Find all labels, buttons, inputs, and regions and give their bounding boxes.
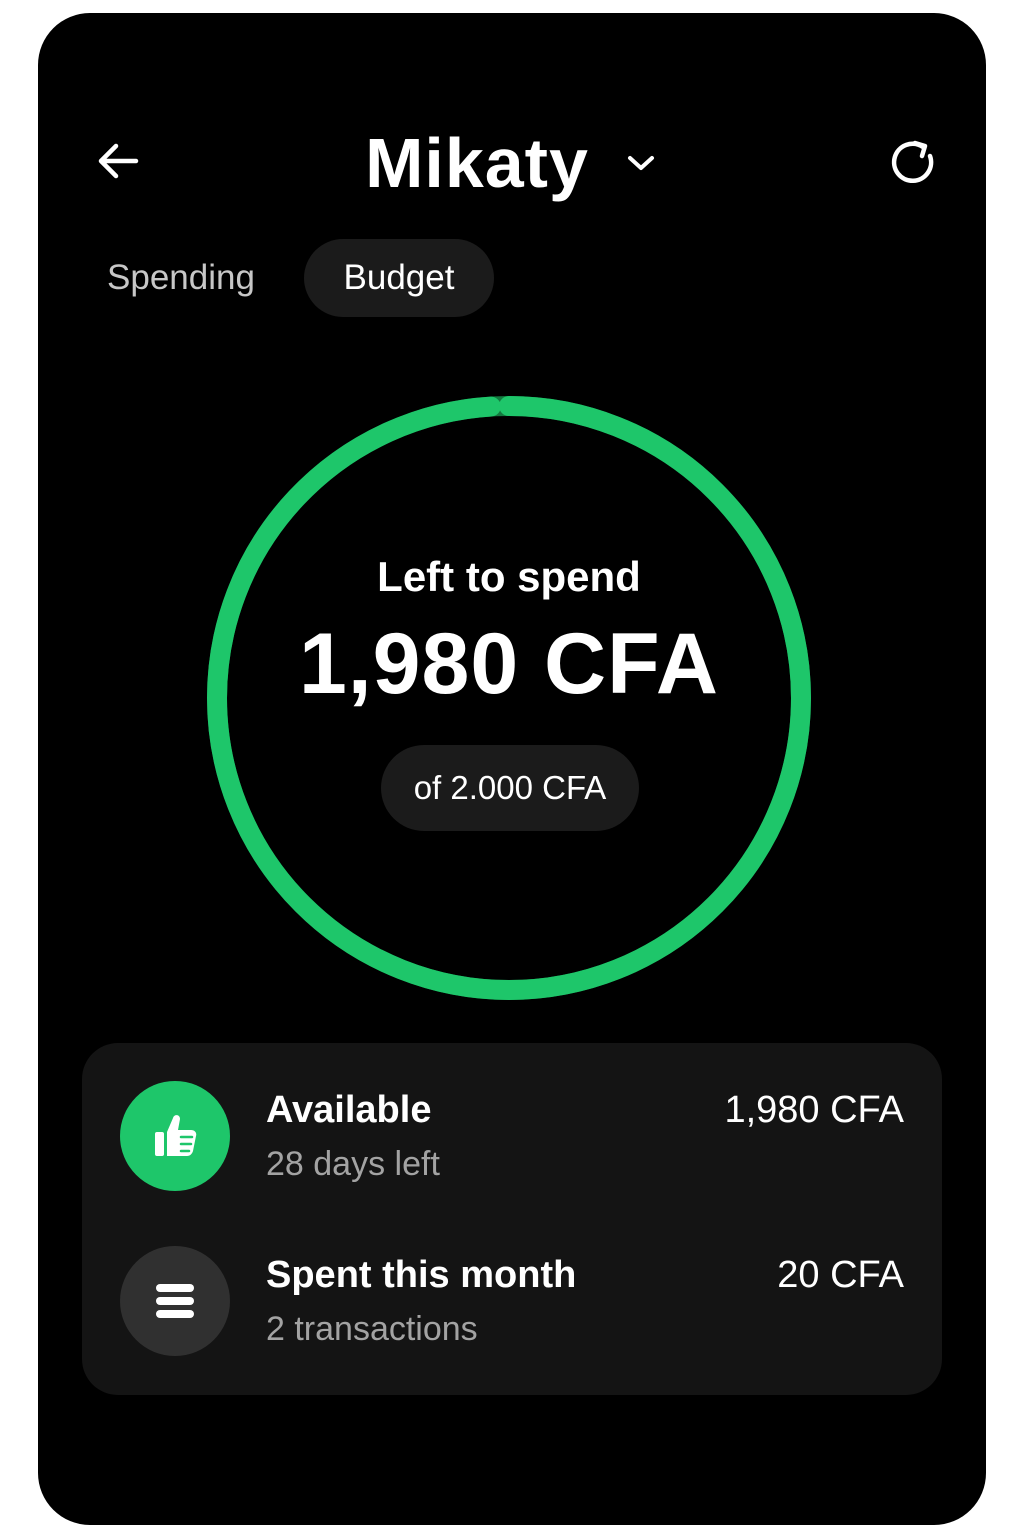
chevron-down-icon: [623, 145, 659, 181]
tab-budget[interactable]: Budget: [304, 239, 494, 317]
page-title: Mikaty: [365, 124, 589, 202]
available-row[interactable]: Available 28 days left 1,980 CFA: [82, 1081, 942, 1211]
phone-screen: Mikaty Spending Budget Left to spend 1,9…: [38, 13, 986, 1525]
available-subtitle: 28 days left: [266, 1145, 440, 1183]
spent-subtitle: 2 transactions: [266, 1310, 478, 1348]
left-to-spend-amount: 1,980 CFA: [298, 616, 720, 712]
refresh-icon: [891, 140, 934, 184]
available-title: Available: [266, 1089, 432, 1131]
spent-title: Spent this month: [266, 1254, 577, 1296]
budget-total-badge: of 2.000 CFA: [381, 745, 639, 831]
budget-ring: Left to spend 1,980 CFA of 2.000 CFA: [204, 393, 814, 1003]
left-to-spend-label: Left to spend: [377, 553, 641, 600]
account-selector[interactable]: Mikaty: [38, 121, 986, 205]
tab-spending[interactable]: Spending: [86, 239, 276, 317]
refresh-button[interactable]: [882, 133, 942, 189]
list-icon: [120, 1246, 230, 1356]
summary-card: Available 28 days left 1,980 CFA Spent t…: [82, 1043, 942, 1395]
available-value: 1,980 CFA: [724, 1089, 904, 1131]
thumbs-up-icon: [120, 1081, 230, 1191]
spent-value: 20 CFA: [777, 1254, 904, 1296]
spent-row[interactable]: Spent this month 2 transactions 20 CFA: [82, 1246, 942, 1376]
